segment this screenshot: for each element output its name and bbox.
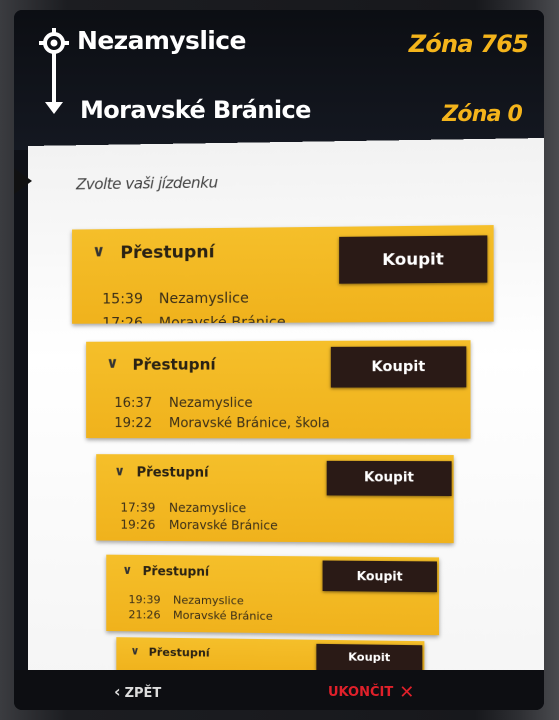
departure-stop: Nezamyslice [168, 395, 253, 411]
departure-stop: Nezamyslice [168, 500, 247, 516]
ticket-card[interactable]: ∨ Přestupní Koupit 15:39 Nezamyslice 17:2… [72, 225, 494, 324]
buy-button[interactable]: Koupit [326, 460, 452, 497]
departure-time: 16:37 [114, 395, 153, 411]
chevron-down-icon[interactable]: ∨ [92, 241, 105, 260]
chevron-down-icon[interactable]: ∨ [106, 354, 118, 372]
route-header: Nezamyslice Zóna 765 Moravské Bránice Zó… [14, 10, 544, 150]
arrival-row: 21:26 Moravské Bránice [128, 608, 272, 623]
ticket-title: Přestupní [148, 645, 210, 660]
back-label: ZPĚT [124, 686, 162, 701]
back-button[interactable]: ‹ ZPĚT [114, 682, 161, 701]
departure-row: 17:39 Nezamyslice [120, 500, 246, 515]
departure-time: 17:39 [120, 500, 156, 515]
arrival-row: 17:26 Moravské Bránice [102, 315, 285, 324]
ticket-title: Přestupní [132, 355, 216, 374]
arrival-time: 19:22 [114, 416, 153, 432]
destination-zone: Zóna 0 [442, 102, 523, 127]
buy-button[interactable]: Koupit [316, 643, 423, 672]
prompt-marker-icon [14, 167, 32, 195]
destination-stop: Moravské Bránice [80, 96, 311, 124]
ticket-card[interactable]: ∨ Přestupní Koupit 17:39 Nezamyslice 19:2… [96, 454, 454, 544]
departure-time: 15:39 [102, 291, 143, 308]
route-line [52, 52, 56, 104]
origin-zone: Zóna 765 [408, 30, 529, 58]
kiosk-screen: Nezamyslice Zóna 765 Moravské Bránice Zó… [14, 10, 544, 710]
arrival-time: 17:26 [102, 315, 143, 324]
footer-bar: ‹ ZPĚT UKONČIT ✕ [14, 670, 544, 710]
end-button[interactable]: UKONČIT ✕ [328, 682, 414, 703]
end-label: UKONČIT [328, 685, 394, 700]
buy-button[interactable]: Koupit [330, 346, 467, 388]
chevron-left-icon: ‹ [114, 682, 121, 701]
arrival-stop: Moravské Bránice [168, 517, 278, 533]
ticket-title: Přestupní [142, 564, 210, 579]
arrival-stop: Moravské Bránice, škola [168, 416, 330, 432]
ticket-title: Přestupní [136, 465, 209, 481]
departure-time: 19:39 [128, 593, 161, 607]
chevron-down-icon[interactable]: ∨ [122, 563, 132, 577]
departure-row: 16:37 Nezamyslice [114, 396, 252, 411]
arrow-down-icon [45, 102, 63, 114]
prompt-text: Zvolte vaši jízdenku [76, 173, 218, 194]
arrival-time: 21:26 [128, 608, 161, 622]
arrival-stop: Moravské Bránice [173, 608, 273, 623]
ticket-card[interactable]: ∨ Přestupní Koupit 16:37 Nezamyslice 19:2… [86, 340, 471, 439]
ticket-selection-panel: Zvolte vaši jízdenku ∨ Přestupní Koupit … [14, 137, 544, 687]
chevron-down-icon[interactable]: ∨ [114, 464, 125, 479]
arrival-stop: Moravské Bránice [158, 314, 286, 324]
departure-row: 15:39 Nezamyslice [102, 290, 249, 307]
departure-row: 19:39 Nezamyslice [128, 593, 243, 607]
arrival-time: 19:26 [120, 517, 156, 532]
buy-button[interactable]: Koupit [339, 235, 488, 284]
close-icon: ✕ [399, 682, 415, 703]
arrival-row: 19:26 Moravské Bránice [120, 518, 277, 533]
departure-stop: Nezamyslice [173, 593, 244, 608]
arrival-row: 19:22 Moravské Bránice, škola [114, 416, 330, 431]
origin-stop: Nezamyslice [77, 26, 246, 55]
departure-stop: Nezamyslice [158, 290, 249, 308]
chevron-down-icon[interactable]: ∨ [130, 644, 139, 657]
ticket-card[interactable]: ∨ Přestupní Koupit 19:39 Nezamyslice 21:2… [106, 554, 440, 636]
buy-button[interactable]: Koupit [322, 560, 437, 593]
ticket-title: Přestupní [120, 242, 215, 264]
